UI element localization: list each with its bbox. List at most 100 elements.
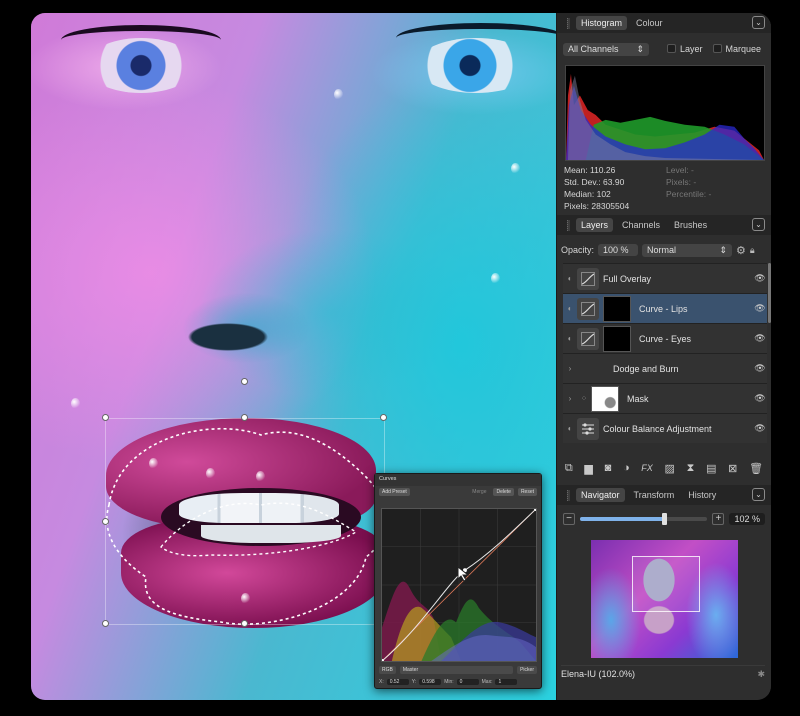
add-preset-button[interactable]: Add Preset <box>379 488 410 496</box>
checkbox-box <box>667 44 676 53</box>
layer-toggle-icon[interactable]: ◐ <box>563 304 577 313</box>
eye-icon[interactable]: 👁︎ <box>753 393 767 404</box>
gear-icon[interactable]: ⚙ <box>736 244 746 257</box>
photo-detail <box>416 38 536 93</box>
chevron-down-icon[interactable]: ⌄ <box>752 488 765 501</box>
stat-pixels-sel: Pixels: - <box>666 177 697 187</box>
folder-icon[interactable]: ▆ <box>584 462 592 475</box>
layer-mask-thumbnail[interactable] <box>603 295 631 322</box>
updown-icon: ⇕ <box>636 43 644 54</box>
transform-handle[interactable] <box>102 414 109 421</box>
tab-brushes[interactable]: Brushes <box>669 218 712 232</box>
layer-toggle-icon[interactable]: ◐ <box>563 274 577 283</box>
layers-scrollbar[interactable] <box>768 263 771 323</box>
layer-row[interactable]: ◐ Colour Balance Adjustment 👁︎ <box>563 413 767 443</box>
eye-icon[interactable]: 👁︎ <box>753 303 767 314</box>
curves-dialog-title: Curves <box>375 474 541 486</box>
curves-dialog[interactable]: Curves Add Preset Merge Delete Reset RGB… <box>374 473 542 689</box>
tab-transform[interactable]: Transform <box>629 488 680 502</box>
panel-grip[interactable] <box>567 17 570 29</box>
zoom-slider-fill <box>580 517 665 521</box>
expand-icon[interactable]: › <box>563 394 577 403</box>
water-drop <box>511 163 520 174</box>
lip-selection-marquee[interactable] <box>101 417 401 627</box>
photo-canvas[interactable]: Curves Add Preset Merge Delete Reset RGB… <box>31 13 556 700</box>
layer-toggle-icon[interactable]: ◐ <box>563 334 577 343</box>
tab-colour[interactable]: Colour <box>631 16 668 30</box>
updown-icon: ⇕ <box>719 244 728 255</box>
layer-toggle-icon[interactable]: ◐ <box>563 424 577 433</box>
zoom-value[interactable]: 102 % <box>729 513 765 525</box>
duplicate-icon[interactable]: ⊠ <box>728 462 737 475</box>
tab-navigator[interactable]: Navigator <box>576 488 625 502</box>
layer-row[interactable]: › ⁘ Mask 👁︎ <box>563 383 767 413</box>
transform-handle[interactable] <box>241 414 248 421</box>
marquee-checkbox-label: Marquee <box>725 44 762 54</box>
tab-history[interactable]: History <box>683 488 721 502</box>
star-icon[interactable]: ✱ <box>757 669 765 679</box>
layers-stack-icon[interactable]: ⧉ <box>565 462 573 475</box>
chevron-down-icon[interactable]: ⌄ <box>752 16 765 29</box>
mask-layer-icon[interactable]: ◙ <box>605 462 612 474</box>
delete-button[interactable]: Delete <box>493 488 514 496</box>
histogram-controls: All Channels ⇕ Layer Marquee <box>563 41 765 57</box>
reset-button[interactable]: Reset <box>517 488 537 496</box>
min-field[interactable]: 0 <box>456 679 479 685</box>
eye-icon[interactable]: 👁︎ <box>753 423 767 434</box>
zoom-out-button[interactable]: − <box>563 513 575 525</box>
chevron-down-icon[interactable]: ⌄ <box>752 218 765 231</box>
rotate-handle[interactable] <box>241 378 248 385</box>
zoom-slider-thumb[interactable] <box>662 513 668 525</box>
panel-grip[interactable] <box>567 219 570 231</box>
curves-values-row: X: 0.52 Y: 0.598 Min: 0 Max: 1 <box>379 677 537 687</box>
max-field[interactable]: 1 <box>495 679 518 685</box>
eye-icon[interactable]: 👁︎ <box>753 333 767 344</box>
picker-button[interactable]: Picker <box>517 666 537 674</box>
layer-checkbox[interactable]: Layer <box>667 44 703 54</box>
tab-histogram[interactable]: Histogram <box>576 16 628 30</box>
layer-row[interactable]: ◐ Full Overlay 👁︎ <box>563 263 767 293</box>
zoom-slider[interactable] <box>580 513 708 525</box>
expand-icon[interactable]: › <box>563 364 577 373</box>
layer-name: Mask <box>627 393 649 404</box>
layers-tabbar: Layers Channels Brushes ⌄ <box>557 215 771 235</box>
layer-mask-thumbnail[interactable] <box>603 325 631 352</box>
transform-handle[interactable] <box>102 518 109 525</box>
layer-row[interactable]: ◐ Curve - Eyes 👁︎ <box>563 323 767 353</box>
y-field[interactable]: 0.598 <box>419 679 442 685</box>
channel-select[interactable]: Master <box>399 666 514 674</box>
y-label: Y: <box>411 679 417 685</box>
trash-icon[interactable]: 🗑︎ <box>749 462 763 475</box>
fx-icon[interactable]: FX <box>641 463 653 473</box>
blend-mode-select[interactable]: Normal ⇕ <box>642 243 733 257</box>
channel-dropdown[interactable]: All Channels ⇕ <box>563 42 649 56</box>
transform-handle[interactable] <box>241 620 248 627</box>
x-field[interactable]: 0.52 <box>386 679 409 685</box>
layer-mask-thumbnail[interactable] <box>591 385 619 412</box>
transform-handle[interactable] <box>380 414 387 421</box>
hourglass-icon[interactable]: ⧗ <box>687 462 695 475</box>
pattern-icon: ⁘ <box>580 394 588 403</box>
live-filter-icon[interactable]: ▨ <box>665 462 675 475</box>
lock-icon[interactable]: 🔒︎ <box>750 245 755 256</box>
eye-icon[interactable]: 👁︎ <box>753 273 767 284</box>
blend-mode-value: Normal <box>647 245 677 255</box>
transform-handle[interactable] <box>102 620 109 627</box>
tab-layers[interactable]: Layers <box>576 218 614 232</box>
photo-detail <box>156 283 336 373</box>
add-pixel-layer-icon[interactable]: ▤ <box>706 462 716 475</box>
tab-channels[interactable]: Channels <box>617 218 665 232</box>
zoom-in-button[interactable]: + <box>712 513 725 525</box>
panel-grip[interactable] <box>567 489 570 501</box>
merge-button[interactable]: Merge <box>469 488 489 496</box>
adjustment-icon[interactable]: ◑ <box>623 462 630 474</box>
layer-row-selected[interactable]: ◐ Curve - Lips 👁︎ <box>563 293 767 323</box>
layer-row[interactable]: › Dodge and Burn 👁︎ <box>563 353 767 383</box>
opacity-field[interactable]: 100 % <box>598 244 639 256</box>
colour-space-select[interactable]: RGB <box>379 666 396 674</box>
layer-name: Dodge and Burn <box>613 363 679 374</box>
marquee-checkbox[interactable]: Marquee <box>712 44 762 54</box>
curves-graph[interactable] <box>381 508 537 662</box>
eye-icon[interactable]: 👁︎ <box>753 363 767 374</box>
navigator-view-rect[interactable] <box>632 556 700 612</box>
